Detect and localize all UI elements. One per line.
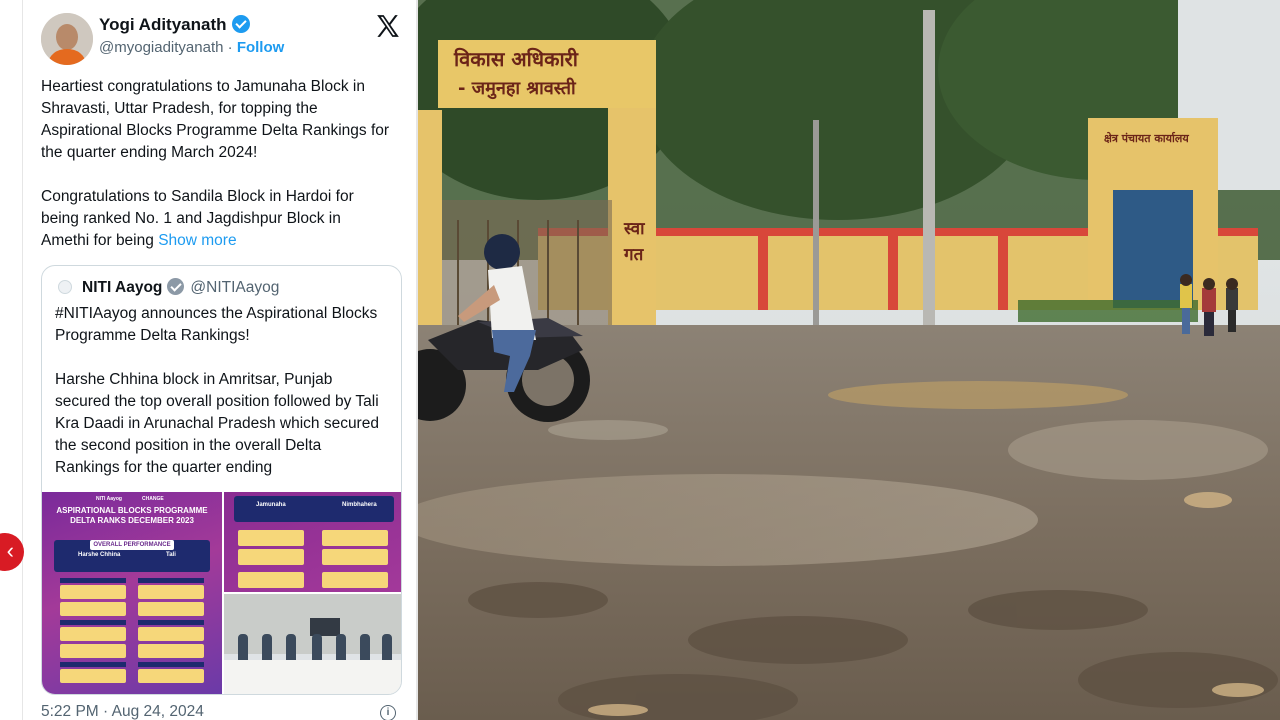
quote-author-name: NITI Aayog (82, 279, 163, 296)
poster-section-label: OVERALL PERFORMANCE (90, 540, 174, 550)
follow-button[interactable]: Follow (237, 39, 285, 56)
event-table (224, 660, 401, 694)
event-person (312, 634, 322, 660)
poster-title: NITI Aayog CHANGE ASPIRATIONAL BLOCKS PR… (42, 496, 222, 526)
poster-band (60, 578, 126, 583)
poster-tile (60, 585, 126, 599)
event-person (336, 634, 346, 660)
author-handle[interactable]: @myogiadityanath (99, 39, 223, 56)
poster-tile (60, 669, 126, 683)
poster-second-rank: Tali (166, 552, 176, 558)
poster-tile (322, 572, 388, 588)
poster-band (138, 578, 204, 583)
event-person (360, 634, 370, 660)
right-gate-sign: क्षेत्र पंचायत कार्यालय (1104, 131, 1189, 145)
event-person (262, 634, 272, 660)
quote-author-handle: @NITIAayog (190, 279, 280, 296)
poster-band (138, 620, 204, 625)
avatar-image (41, 13, 93, 65)
tweet-text: Heartiest congratulations to Jamunaha Bl… (41, 76, 391, 252)
tweet-text-body: Heartiest congratulations to Jamunaha Bl… (41, 78, 390, 249)
screen: Yogi Adityanath @myogiadityanath · Follo… (0, 0, 1280, 720)
poster-band (60, 662, 126, 667)
gate-sign-top: विकास अधिकारी (453, 47, 579, 71)
separator: · (227, 39, 233, 56)
tweet-card: Yogi Adityanath @myogiadityanath · Follo… (0, 0, 418, 720)
wall-text: स्वा (623, 219, 645, 239)
author-name-text: Yogi Adityanath (99, 15, 227, 34)
author-handle-row: @myogiadityanath · Follow (99, 39, 284, 56)
media-poster-rankings[interactable]: NITI Aayog CHANGE ASPIRATIONAL BLOCKS PR… (42, 492, 222, 694)
wall-text-2: गत (623, 245, 645, 265)
poster-first-rank: Harshe Chhina (78, 552, 121, 558)
verified-badge-icon (231, 15, 250, 33)
media-grid: NITI Aayog CHANGE ASPIRATIONAL BLOCKS PR… (42, 492, 401, 694)
poster-header: NITI Aayog CHANGE (42, 494, 222, 504)
media-photo-event[interactable] (224, 594, 401, 694)
poster-tile (238, 549, 304, 565)
poster-org-label: NITI Aayog (96, 496, 122, 502)
event-person (286, 634, 296, 660)
poster-tile (238, 530, 304, 546)
poster-band (60, 620, 126, 625)
author-name[interactable]: Yogi Adityanath (99, 15, 250, 35)
quote-author-row: NITI Aayog @NITIAayog (82, 278, 279, 297)
poster-tile (60, 627, 126, 641)
tweet-timestamp[interactable]: 5:22 PM · Aug 24, 2024 (41, 703, 204, 720)
poster-top-bar: Jamunaha Nimbhahera (234, 496, 394, 522)
poster-tile (322, 549, 388, 565)
gate-sign-bottom: - जमुनहा श्रावस्ती (458, 77, 577, 100)
poster-title-text: ASPIRATIONAL BLOCKS PROGRAMME DELTA RANK… (56, 506, 208, 525)
poster-tile (138, 627, 204, 641)
poster-tile (138, 644, 204, 658)
author-avatar[interactable] (41, 13, 93, 65)
photo-scene: विकास अधिकारी - जमुनहा श्रावस्ती स्वा गत… (418, 0, 1280, 720)
poster-tile (138, 585, 204, 599)
event-person (382, 634, 392, 660)
poster2-first-rank: Jamunaha (256, 502, 286, 508)
poster-band (138, 662, 204, 667)
poster-tile (322, 530, 388, 546)
x-logo-icon[interactable] (375, 13, 401, 39)
poster-tile (138, 669, 204, 683)
poster-tile (138, 602, 204, 616)
poster-tile (60, 644, 126, 658)
quote-avatar (58, 280, 72, 294)
media-poster-states[interactable]: Jamunaha Nimbhahera (224, 492, 401, 592)
poster2-second-rank: Nimbhahera (342, 502, 377, 508)
info-icon[interactable]: i (380, 705, 396, 720)
quote-text: #NITIAayog announces the Aspirational Bl… (55, 305, 379, 476)
divider (22, 0, 23, 720)
street-photo: विकास अधिकारी - जमुनहा श्रावस्ती स्वा गत… (418, 0, 1280, 720)
quoted-tweet[interactable]: NITI Aayog @NITIAayog #NITIAayog announce… (41, 265, 402, 695)
event-person (238, 634, 248, 660)
show-more-link[interactable]: Show more (158, 232, 236, 249)
poster-tag-label: CHANGE (142, 496, 164, 502)
poster-tile (60, 602, 126, 616)
poster-tile (238, 572, 304, 588)
children (1180, 274, 1238, 336)
verified-badge-icon (167, 278, 185, 295)
